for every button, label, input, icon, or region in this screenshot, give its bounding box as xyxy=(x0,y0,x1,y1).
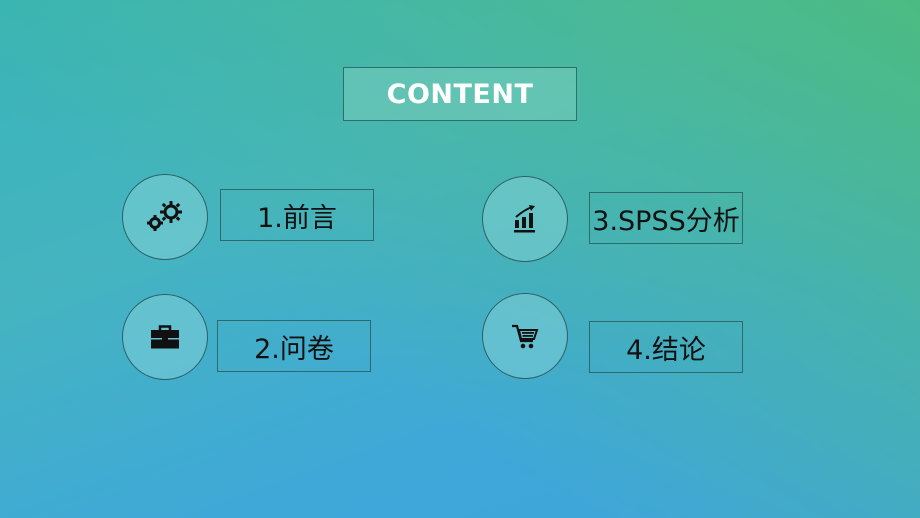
briefcase-icon xyxy=(150,324,180,350)
item-1-icon-circle[interactable] xyxy=(122,174,208,260)
item-3-label-box[interactable]: 3.SPSS分析 xyxy=(589,192,743,244)
content-title: CONTENT xyxy=(343,67,577,121)
item-2-label: 2.问卷 xyxy=(254,333,334,365)
item-4-label: 4.结论 xyxy=(626,334,706,366)
item-3-label: 3.SPSS分析 xyxy=(592,205,740,237)
item-1-label: 1.前言 xyxy=(257,202,337,234)
item-2-label-box[interactable]: 2.问卷 xyxy=(217,320,371,372)
content-title-text: CONTENT xyxy=(386,78,534,110)
item-3-icon-circle[interactable] xyxy=(482,176,568,262)
item-2-icon-circle[interactable] xyxy=(122,294,208,380)
gears-icon xyxy=(143,199,187,235)
growth-chart-icon xyxy=(512,204,538,234)
shopping-cart-icon xyxy=(511,322,539,350)
item-4-icon-circle[interactable] xyxy=(482,293,568,379)
item-1-label-box[interactable]: 1.前言 xyxy=(220,189,374,241)
item-4-label-box[interactable]: 4.结论 xyxy=(589,321,743,373)
